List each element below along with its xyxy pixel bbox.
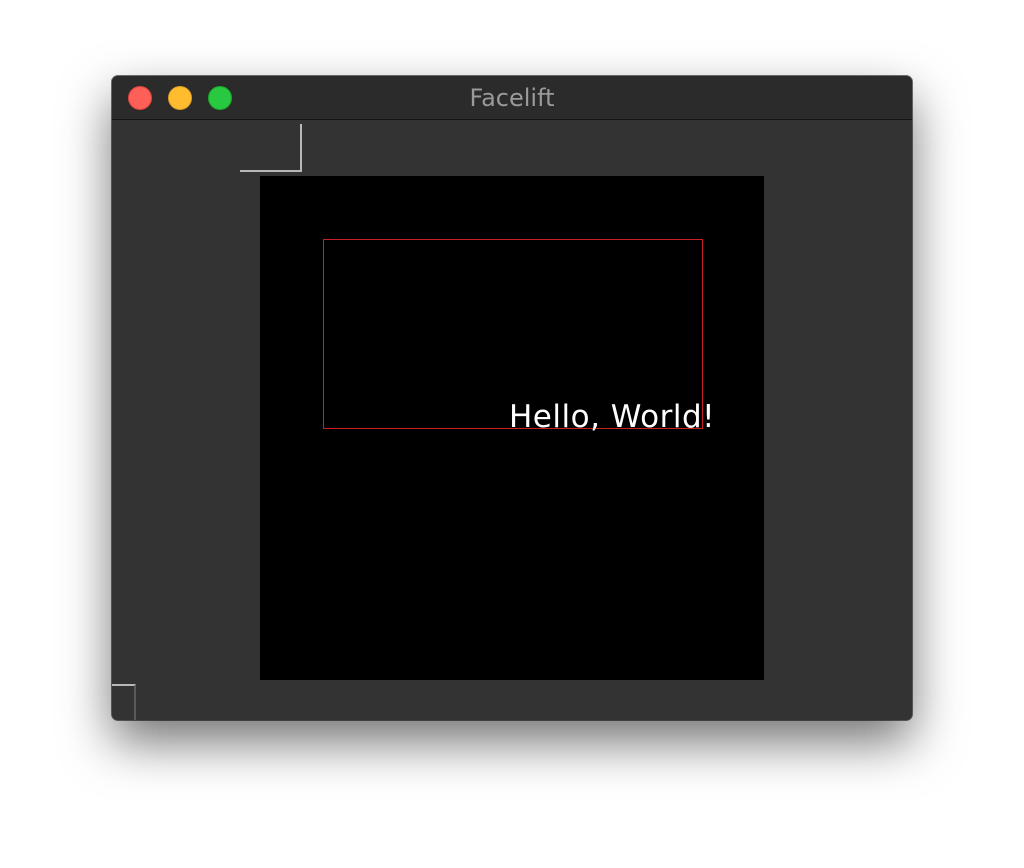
- app-window: Facelift Hello, World!: [112, 76, 912, 720]
- title-bar[interactable]: Facelift: [112, 76, 912, 120]
- corner-marker-top: [240, 124, 302, 172]
- drawing-canvas[interactable]: Hello, World!: [260, 176, 764, 680]
- corner-marker-bottom: [112, 684, 136, 720]
- window-content: Hello, World!: [112, 120, 912, 720]
- window-title: Facelift: [469, 84, 555, 112]
- hello-text: Hello, World!: [509, 399, 716, 435]
